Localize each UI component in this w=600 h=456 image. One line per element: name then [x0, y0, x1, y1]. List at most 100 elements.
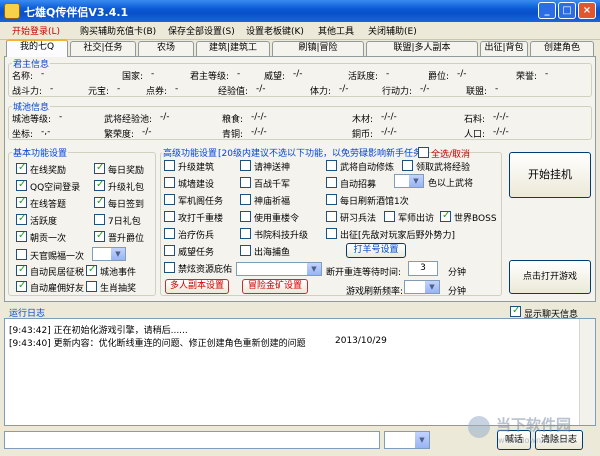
basic-option-checkbox[interactable]: [16, 163, 27, 174]
basic-option-checkbox[interactable]: [16, 180, 27, 191]
lord-field-value: -: [386, 69, 390, 79]
tab-farm[interactable]: 农场: [138, 41, 194, 56]
basic-option-checkbox[interactable]: [94, 180, 105, 191]
advanced-option-checkbox[interactable]: [326, 211, 337, 225]
advanced-option-checkbox[interactable]: [240, 194, 251, 208]
city-field-label: 繁荣度:: [104, 130, 135, 140]
tab-alliance-dungeon[interactable]: 联盟|多人副本: [366, 41, 478, 56]
log-scrollbar[interactable]: [579, 319, 595, 425]
menu-boss-key[interactable]: 设置老板键(K): [246, 24, 304, 37]
color-select[interactable]: ▼: [394, 174, 424, 188]
menu-close-assist[interactable]: 关闭辅助(E): [368, 24, 417, 37]
menu-buy-card[interactable]: 购买辅助充值卡(B): [80, 24, 156, 37]
advanced-option-checkbox[interactable]: [164, 245, 175, 259]
lingqu-checkbox[interactable]: [402, 160, 413, 174]
advanced-option-checkbox[interactable]: [164, 211, 175, 225]
advanced-option-label: 禁炫资源庇佑: [178, 265, 233, 275]
advanced-option-checkbox[interactable]: [240, 245, 251, 259]
basic-extra-checkbox[interactable]: [16, 281, 27, 292]
resource-select[interactable]: ▼: [236, 262, 322, 276]
minimize-button[interactable]: _: [538, 2, 556, 19]
daping-settings-button[interactable]: 打羊号设置: [346, 243, 406, 258]
city-field-label: 青铜:: [222, 130, 244, 140]
advanced-option-checkbox[interactable]: [240, 228, 251, 242]
advanced-option-checkbox[interactable]: [164, 177, 175, 191]
advanced-option-checkbox[interactable]: [164, 262, 175, 276]
title-bar[interactable]: 七雄Q传伴侣V3.4.1 _ □ ×: [0, 0, 600, 22]
city-field-label: 木材:: [352, 115, 374, 125]
lord-field-value: -: [50, 84, 54, 94]
tianguan-label: 天官赐福一次: [30, 252, 85, 262]
menu-save-settings[interactable]: 保存全部设置(S): [168, 24, 235, 37]
tab-expedition-bag[interactable]: 出征|背包: [480, 41, 528, 56]
advanced-option-checkbox[interactable]: [164, 160, 175, 174]
log-line: [9:43:42] 正在初始化游戏引擎，请稍后......: [9, 326, 188, 336]
basic-extra-label: 城池事件: [100, 268, 137, 278]
tab-social-task[interactable]: 社交|任务: [70, 41, 136, 56]
basic-extra-checkbox[interactable]: [16, 265, 27, 276]
basic-option-label: 晋升爵位: [108, 234, 145, 244]
lord-field-value: -/-: [457, 69, 467, 79]
basic-option-checkbox[interactable]: [94, 231, 105, 242]
menu-other-tools[interactable]: 其他工具: [318, 24, 354, 37]
adventure-gold-settings-button[interactable]: 冒险金矿设置: [242, 279, 308, 294]
reconnect-input[interactable]: 3: [408, 261, 438, 276]
advanced-option-checkbox[interactable]: [326, 194, 337, 208]
close-button[interactable]: ×: [578, 2, 596, 19]
basic-extra-checkbox[interactable]: [86, 281, 97, 295]
lord-field-value: -: [175, 84, 179, 94]
channel-select[interactable]: ▼: [384, 431, 430, 449]
show-chat-checkbox[interactable]: [510, 306, 521, 317]
basic-option-label: 每日签到: [108, 200, 145, 210]
basic-option-checkbox[interactable]: [94, 163, 105, 174]
window-title: 七雄Q传伴侣V3.4.1: [24, 6, 129, 19]
chat-input[interactable]: [4, 431, 380, 449]
tianguan-select[interactable]: ▼: [92, 247, 126, 261]
advanced-option-checkbox[interactable]: [326, 160, 337, 174]
basic-option-label: 朝贡一次: [30, 234, 67, 244]
maximize-button[interactable]: □: [558, 2, 576, 19]
open-game-button[interactable]: 点击打开游戏: [509, 260, 591, 294]
chuzheng-checkbox[interactable]: [326, 228, 337, 242]
advanced-option-checkbox[interactable]: [164, 228, 175, 242]
advanced-option-label: 使用重楼令: [254, 214, 300, 224]
advanced-option-checkbox[interactable]: [326, 177, 337, 191]
start-hang-button[interactable]: 开始挂机: [509, 152, 591, 198]
basic-option-label: 活跃度: [30, 217, 58, 227]
lord-field-value: -/-: [293, 69, 303, 79]
basic-option-checkbox[interactable]: [16, 231, 27, 242]
tab-my-qixiong[interactable]: 我的七Q: [6, 39, 68, 57]
junshi-checkbox[interactable]: [384, 211, 395, 225]
lord-field-label: 行动力:: [382, 87, 413, 97]
tab-create-role[interactable]: 创建角色: [530, 41, 594, 56]
lord-field-label: 荣誉:: [516, 72, 538, 82]
app-icon: [4, 3, 20, 19]
lord-field-label: 经验值:: [218, 87, 249, 97]
tianguan-checkbox[interactable]: [16, 249, 27, 263]
city-field-value: -,-: [41, 127, 51, 137]
basic-option-checkbox[interactable]: [16, 214, 27, 225]
selectall-checkbox[interactable]: [418, 147, 429, 161]
lord-field-label: 威望:: [264, 72, 286, 82]
refresh-select[interactable]: ▼: [404, 280, 440, 294]
log-panel[interactable]: [9:43:42] 正在初始化游戏引擎，请稍后...... [9:43:40] …: [4, 318, 596, 426]
watermark: 当下软件园 www.downxia.com: [468, 414, 594, 450]
menu-start-login[interactable]: 开始登录(L): [12, 24, 60, 37]
basic-option-checkbox[interactable]: [94, 214, 105, 228]
city-field-value: -/-/-: [493, 127, 509, 137]
tab-building[interactable]: 建筑|建筑工: [196, 41, 270, 56]
selectall-label: 全选/取消: [431, 150, 471, 160]
chevron-down-icon: ▼: [425, 281, 439, 293]
tab-brush-adventure[interactable]: 刷镇|冒险: [272, 41, 364, 56]
advanced-option-checkbox[interactable]: [240, 211, 251, 225]
basic-option-checkbox[interactable]: [94, 197, 105, 208]
city-field-label: 人口:: [464, 130, 486, 140]
dungeon-settings-button[interactable]: 多人副本设置: [165, 279, 229, 294]
basic-extra-checkbox[interactable]: [86, 265, 97, 276]
basic-option-checkbox[interactable]: [16, 197, 27, 208]
advanced-option-checkbox[interactable]: [240, 177, 251, 191]
advanced-option-checkbox[interactable]: [164, 194, 175, 208]
city-field-value: -/-: [160, 112, 170, 122]
advanced-option-checkbox[interactable]: [240, 160, 251, 174]
world-boss-checkbox[interactable]: [440, 211, 451, 222]
